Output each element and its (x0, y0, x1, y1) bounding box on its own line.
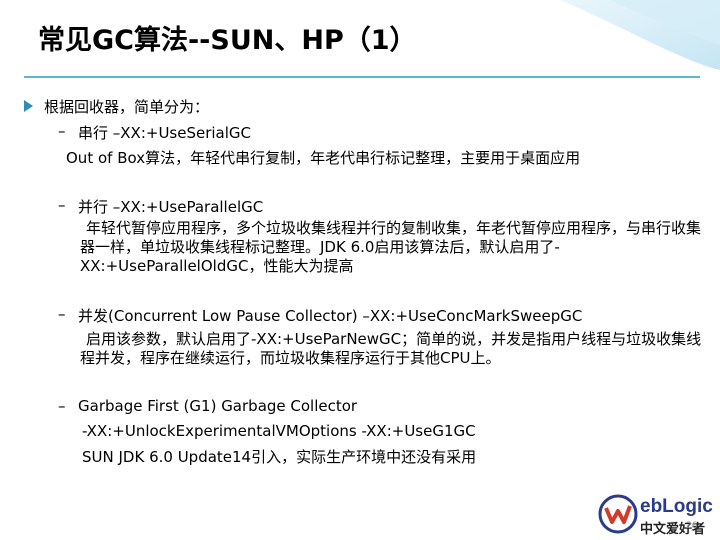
dash-bullet: – (58, 122, 66, 140)
dash-bullet: – (58, 397, 66, 415)
item-body-serial: Out of Box算法，年轻代串行复制，年老代串行标记整理，主要用于桌面应用 (66, 149, 581, 167)
page-number: 26 (686, 521, 698, 531)
dash-bullet: – (58, 196, 66, 214)
item-body-concurrent: 启用该参数，默认启用了-XX:+UseParNewGC；简单的说，并发是指用户线… (80, 330, 702, 367)
item-line-g1-note: SUN JDK 6.0 Update14引入，实际生产环境中还没有采用 (82, 448, 477, 466)
weblogic-logo-mark-icon (598, 494, 638, 534)
item-heading-parallel: 并行 –XX:+UseParallelGC (78, 198, 264, 216)
slide-content: 根据回收器，简单分为： – 串行 –XX:+UseSerialGC Out of… (0, 0, 720, 540)
item-body-parallel: 年轻代暂停应用程序，多个垃圾收集线程并行的复制收集，年老代暂停应用程序，与串行收… (80, 219, 702, 275)
item-line-g1-options: -XX:+UnlockExperimentalVMOptions -XX:+Us… (82, 422, 476, 440)
item-heading-g1: Garbage First (G1) Garbage Collector (78, 397, 358, 415)
bullet-text: 根据回收器，简单分为： (44, 98, 210, 116)
logo-text: ebLogic (640, 496, 713, 517)
item-heading-serial: 串行 –XX:+UseSerialGC (78, 124, 252, 142)
item-heading-concurrent: 并发(Concurrent Low Pause Collector) –XX:+… (78, 307, 583, 325)
weblogic-logo: ebLogic 中文爱好者 (598, 494, 716, 537)
triangle-bullet-icon (24, 100, 33, 112)
dash-bullet: – (58, 305, 66, 323)
